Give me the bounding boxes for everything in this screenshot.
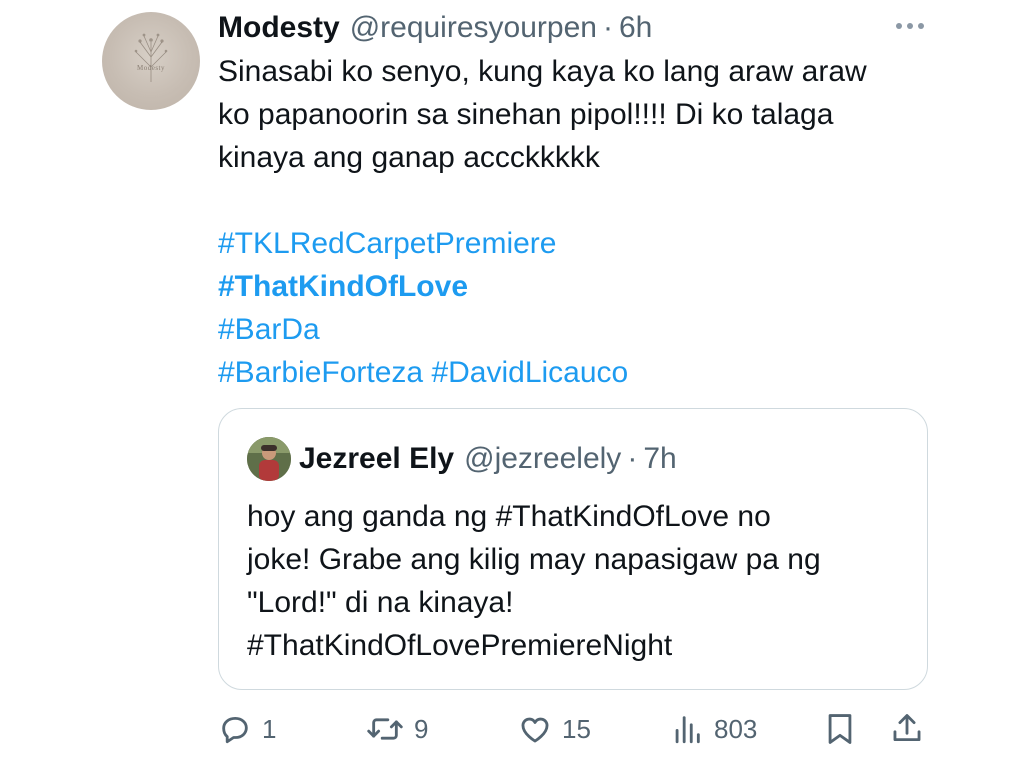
tweet-header: Modesty @requiresyourpen · 6h [218,8,652,48]
action-bar: 1 9 15 803 [218,706,928,752]
quoted-tweet-text: hoy ang ganda ng #ThatKindOfLove no joke… [247,495,907,667]
header-separator: · [602,11,613,44]
view-count: 803 [714,713,758,744]
tweet-text-line: kinaya ang ganap accckkkkk [218,141,600,174]
bookmark-icon [824,712,856,746]
share-button[interactable] [890,706,924,752]
quoted-hashtag: #ThatKindOfLove [495,500,730,533]
bookmark-button[interactable] [824,706,856,752]
author-name[interactable]: Modesty [218,8,340,48]
quoted-header-separator: · [627,442,638,475]
quoted-tweet-timestamp[interactable]: 7h [643,442,676,476]
retweet-button[interactable]: 9 [366,706,428,752]
quoted-author-handle[interactable]: @jezreelely [464,442,621,476]
quoted-tweet-header: Jezreel Ely @jezreelely · 7h [299,437,677,481]
like-icon [518,712,552,746]
hashtag-link[interactable]: #TKLRedCarpetPremiere [218,227,556,260]
reply-icon [218,712,252,746]
quoted-text-segment: hoy ang ganda ng [247,500,496,533]
quoted-text-line: joke! Grabe ang kilig may napasigaw pa n… [247,543,821,576]
quoted-tweet-card[interactable]: Jezreel Ely @jezreelely · 7h hoy ang gan… [218,408,928,690]
quoted-author-name[interactable]: Jezreel Ely [299,442,454,476]
reply-button[interactable]: 1 [218,706,276,752]
hashtag-link[interactable]: #ThatKindOfLove [218,270,468,303]
share-icon [890,712,924,746]
hashtag-link[interactable]: #BarbieForteza [218,356,423,389]
author-avatar[interactable]: Modesty [102,12,200,110]
views-icon [670,712,704,746]
avatar-caption: Modesty [137,64,165,72]
quoted-text-segment: no [729,500,771,533]
retweet-icon [366,712,404,746]
views-button[interactable]: 803 [670,706,757,752]
like-count: 15 [562,713,591,744]
author-handle[interactable]: @requiresyourpen [350,8,597,48]
quoted-text-line: "Lord!" di na kinaya! [247,586,514,619]
more-icon[interactable] [890,14,930,38]
like-button[interactable]: 15 [518,706,591,752]
tweet-text-line: ko papanoorin sa sinehan pipol!!!! Di ko… [218,98,834,131]
hashtag-link[interactable]: #DavidLicauco [431,356,628,389]
retweet-count: 9 [414,713,429,744]
quoted-author-avatar[interactable] [247,437,291,481]
reply-count: 1 [262,713,277,744]
tweet-text-line: Sinasabi ko senyo, kung kaya ko lang ara… [218,55,867,88]
quoted-text-line: #ThatKindOfLovePremiereNight [247,629,673,662]
tweet-text: Sinasabi ko senyo, kung kaya ko lang ara… [218,50,938,394]
hashtag-link[interactable]: #BarDa [218,313,320,346]
tweet-timestamp[interactable]: 6h [619,8,652,48]
